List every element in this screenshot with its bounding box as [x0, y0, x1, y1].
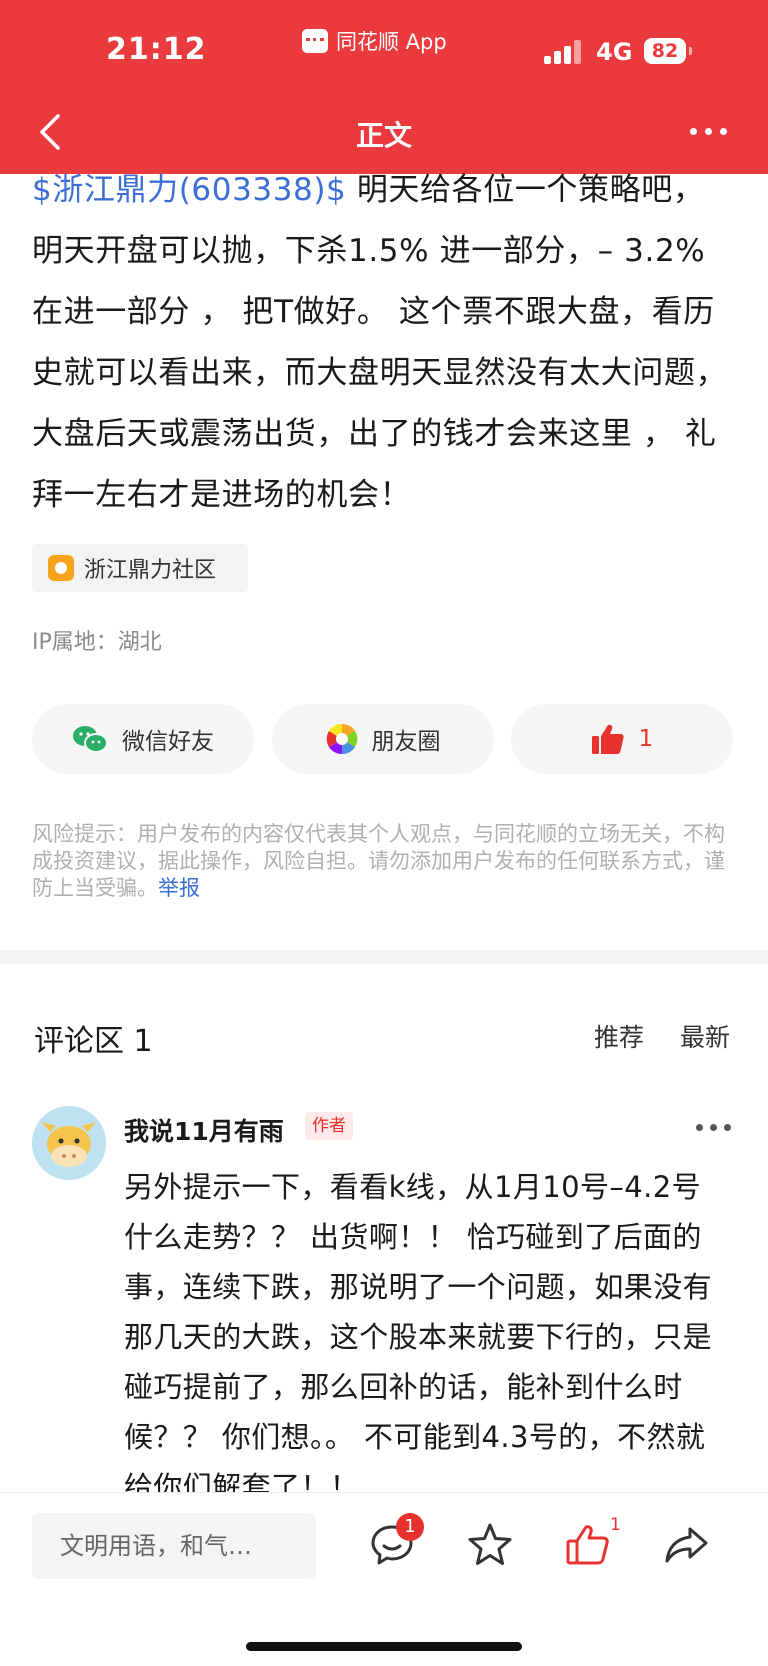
comment-more-button[interactable]	[696, 1124, 732, 1134]
comment-text: 另外提示一下，看看k线，从1月10号–4.2号 什么走势？？ 出货啊！！ 恰巧碰…	[124, 1170, 713, 1504]
comment-input[interactable]: 文明用语，和气…	[32, 1513, 316, 1579]
home-indicator	[246, 1642, 522, 1651]
sort-tab-recommended[interactable]: 推荐	[594, 1018, 644, 1054]
status-app-name: 同花顺 App	[336, 30, 447, 54]
avatar[interactable]	[32, 1106, 106, 1180]
wechat-icon	[73, 726, 108, 753]
report-link[interactable]: 举报	[158, 876, 200, 900]
author-badge: 作者	[305, 1112, 353, 1140]
network-type: 4G	[596, 38, 633, 66]
share-wechat-label: 微信好友	[122, 729, 214, 755]
community-icon	[48, 555, 74, 581]
share-arrow-icon	[665, 1527, 708, 1563]
like-button[interactable]: 1	[511, 704, 733, 774]
page-title: 正文	[355, 119, 412, 152]
moments-icon	[326, 723, 357, 755]
bottom-like-button[interactable]	[564, 1521, 612, 1569]
disclaimer-text: 风险提示：用户发布的内容仅代表其个人观点，与同花顺的立场无关，不构成投资建议，据…	[32, 822, 725, 900]
status-app-indicator: 同花顺 App	[302, 26, 447, 56]
ip-location: IP属地：湖北	[32, 630, 162, 655]
thumbs-up-outline-icon	[566, 1525, 609, 1565]
like-count: 1	[638, 726, 654, 752]
post-text: 明天给各位一个策略吧，明天开盘可以抛，下杀1.5% 进一部分，– 3.2% 在进…	[32, 172, 728, 513]
section-divider	[0, 950, 768, 964]
favorite-button[interactable]	[466, 1521, 514, 1569]
signal-icon	[544, 40, 584, 64]
share-moments-button[interactable]: 朋友圈	[272, 704, 494, 774]
battery-icon: 82	[644, 38, 692, 64]
app-logo-icon	[302, 29, 328, 53]
bottom-action-bar: 文明用语，和气… 1 1	[0, 1492, 768, 1666]
post-body: $浙江鼎力(603338)$ 明天给各位一个策略吧，明天开盘可以抛，下杀1.5%…	[32, 160, 732, 526]
top-header: 21:12 同花顺 App 4G 82 正文	[0, 0, 768, 174]
share-button[interactable]	[662, 1521, 710, 1569]
stock-tag-link[interactable]: $浙江鼎力(603338)$	[32, 172, 346, 208]
comment-count-badge: 1	[396, 1513, 424, 1541]
share-wechat-button[interactable]: 微信好友	[32, 704, 254, 774]
community-label: 浙江鼎力社区	[84, 558, 217, 583]
cow-avatar-icon	[32, 1106, 106, 1180]
comment-username[interactable]: 我说11月有雨	[124, 1112, 284, 1148]
share-moments-label: 朋友圈	[371, 729, 441, 755]
community-tag[interactable]: 浙江鼎力社区	[32, 544, 248, 592]
risk-disclaimer: 风险提示：用户发布的内容仅代表其个人观点，与同花顺的立场无关，不构成投资建议，据…	[32, 821, 738, 902]
more-button[interactable]	[690, 124, 730, 138]
bottom-like-count: 1	[610, 1515, 621, 1535]
star-icon	[468, 1523, 512, 1565]
comments-title: 评论区 1	[34, 1024, 153, 1059]
status-time: 21:12	[106, 32, 207, 67]
thumbs-up-icon	[591, 724, 624, 754]
sort-tab-latest[interactable]: 最新	[680, 1018, 730, 1054]
